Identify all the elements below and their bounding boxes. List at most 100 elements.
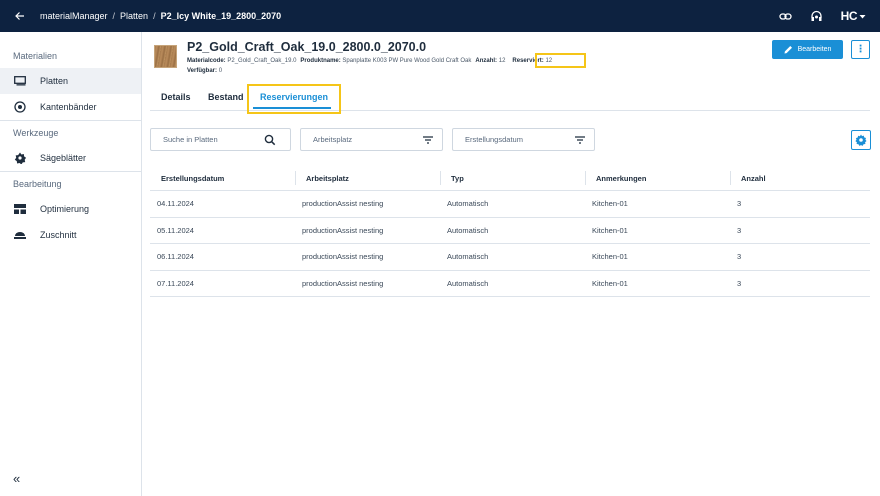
table-row[interactable]: 04.11.2024 productionAssist nesting Auto…	[150, 191, 870, 218]
support-icon[interactable]	[810, 10, 823, 23]
reservations-table: Erstellungsdatum Arbeitsplatz Typ Anmerk…	[150, 166, 870, 297]
sidebar-item-label: Platten	[40, 76, 69, 86]
column-header-typ[interactable]: Typ	[440, 170, 585, 185]
verfuegbar-value: 0	[218, 68, 223, 74]
table-row[interactable]: 06.11.2024 productionAssist nesting Auto…	[150, 244, 870, 271]
column-separator	[295, 170, 296, 185]
table-row[interactable]: 07.11.2024 productionAssist nesting Auto…	[150, 271, 870, 297]
breadcrumb-app[interactable]: materialManager	[40, 11, 108, 21]
cutting-icon	[13, 228, 27, 242]
caret-down-icon	[859, 14, 866, 18]
sidebar-section-werkzeuge: Werkzeuge	[13, 128, 59, 138]
column-header-label: Erstellungsdatum	[161, 173, 225, 183]
column-header-label: Anmerkungen	[596, 173, 647, 183]
sidebar-item-label: Sägeblätter	[40, 153, 87, 163]
back-button[interactable]	[0, 0, 40, 32]
sidebar-item-kantenbaender[interactable]: Kantenbänder	[0, 94, 141, 120]
cell-anmerkungen: Kitchen-01	[592, 252, 628, 262]
sidebar-item-zuschnitt[interactable]: Zuschnitt	[0, 222, 141, 248]
column-separator	[730, 170, 731, 185]
material-thumbnail	[154, 45, 177, 68]
cell-anmerkungen: Kitchen-01	[592, 225, 628, 235]
board-icon	[13, 74, 27, 88]
cell-typ: Automatisch	[447, 199, 489, 209]
datum-placeholder: Erstellungsdatum	[465, 135, 523, 144]
sidebar-item-saegeblaetter[interactable]: Sägeblätter	[0, 145, 141, 171]
sidebar-item-platten[interactable]: Platten	[0, 68, 141, 94]
top-bar: materialManager / Platten / P2_Icy White…	[0, 0, 880, 32]
verfuegbar-row: Verfügbar: 0	[187, 68, 222, 74]
sidebar-item-label: Optimierung	[40, 204, 90, 214]
more-options-button[interactable]: ⋮	[851, 40, 870, 59]
column-separator	[440, 170, 441, 185]
search-input[interactable]: Suche in Platten	[150, 128, 291, 151]
breadcrumb: materialManager / Platten / P2_Icy White…	[40, 11, 281, 21]
cell-arbeitsplatz: productionAssist nesting	[302, 225, 384, 235]
produktname-value: Spanplatte K003 PW Pure Wood Gold Craft …	[342, 58, 472, 64]
optimization-icon	[13, 202, 27, 216]
link-icon[interactable]	[779, 10, 792, 23]
user-menu[interactable]: HC	[841, 9, 866, 23]
pencil-icon	[784, 46, 792, 54]
column-header-anmerkungen[interactable]: Anmerkungen	[585, 170, 730, 185]
breadcrumb-separator: /	[112, 11, 116, 21]
cell-arbeitsplatz: productionAssist nesting	[302, 199, 384, 209]
cell-anmerkungen: Kitchen-01	[592, 199, 628, 209]
sawblade-icon	[13, 151, 27, 165]
column-header-erstellungsdatum[interactable]: Erstellungsdatum	[150, 174, 295, 183]
sidebar: Materialien Platten Kantenbänder Werkzeu…	[0, 32, 142, 496]
table-settings-button[interactable]	[851, 130, 871, 150]
verfuegbar-label: Verfügbar:	[187, 68, 218, 74]
breadcrumb-current: P2_Icy White_19_2800_2070	[160, 11, 282, 21]
collapse-sidebar-button[interactable]: «	[13, 471, 20, 486]
search-placeholder: Suche in Platten	[163, 135, 218, 144]
edit-button[interactable]: Bearbeiten	[772, 40, 843, 59]
column-header-arbeitsplatz[interactable]: Arbeitsplatz	[295, 170, 440, 185]
edit-button-label: Bearbeiten	[797, 46, 832, 53]
cell-anmerkungen: Kitchen-01	[592, 278, 628, 288]
gear-icon	[855, 134, 867, 146]
table-row[interactable]: 05.11.2024 productionAssist nesting Auto…	[150, 218, 870, 244]
cell-erstellungsdatum: 06.11.2024	[157, 252, 194, 262]
cell-typ: Automatisch	[447, 252, 489, 262]
cell-anzahl: 3	[737, 252, 742, 262]
materialcode-label: Materialcode:	[187, 58, 226, 64]
column-header-label: Typ	[451, 173, 464, 183]
anzahl-label: Anzahl:	[475, 58, 498, 64]
sidebar-section-materialien: Materialien	[13, 51, 58, 61]
cell-anzahl: 3	[737, 225, 742, 235]
cell-anzahl: 3	[737, 199, 742, 209]
cell-erstellungsdatum: 04.11.2024	[157, 199, 194, 209]
reserved-highlight	[535, 53, 586, 68]
tab-details[interactable]: Details	[161, 92, 191, 102]
sidebar-section-bearbeitung: Bearbeitung	[13, 179, 62, 189]
page-title: P2_Gold_Craft_Oak_19.0_2800.0_2070.0	[187, 40, 427, 54]
cell-erstellungsdatum: 05.11.2024	[157, 225, 194, 235]
sidebar-item-label: Kantenbänder	[40, 102, 97, 112]
breadcrumb-separator: /	[153, 11, 156, 21]
column-header-label: Anzahl	[741, 173, 766, 183]
table-header: Erstellungsdatum Arbeitsplatz Typ Anmerk…	[150, 166, 870, 191]
sidebar-item-label: Zuschnitt	[40, 230, 77, 240]
erstellungsdatum-filter[interactable]: Erstellungsdatum	[452, 128, 595, 151]
tab-highlight	[247, 84, 341, 114]
cell-anzahl: 3	[737, 278, 742, 288]
tab-bestand[interactable]: Bestand	[208, 92, 244, 102]
cell-erstellungsdatum: 07.11.2024	[157, 278, 194, 288]
logo-text: HC	[840, 9, 858, 23]
material-meta: Materialcode: P2_Gold_Craft_Oak_19.0 Pro…	[187, 58, 552, 64]
search-icon	[264, 134, 276, 146]
arbeitsplatz-filter[interactable]: Arbeitsplatz	[300, 128, 443, 151]
breadcrumb-platten[interactable]: Platten	[120, 11, 148, 21]
arbeitsplatz-placeholder: Arbeitsplatz	[313, 135, 353, 144]
cell-arbeitsplatz: productionAssist nesting	[302, 252, 384, 262]
cell-typ: Automatisch	[447, 225, 489, 235]
column-header-label: Arbeitsplatz	[306, 173, 349, 183]
filter-icon	[575, 136, 585, 144]
column-header-anzahl[interactable]: Anzahl	[730, 170, 870, 185]
materialcode-value: P2_Gold_Craft_Oak_19.0	[227, 58, 297, 64]
produktname-label: Produktname:	[300, 58, 341, 64]
anzahl-value: 12	[498, 58, 506, 64]
edgeband-icon	[13, 100, 27, 114]
sidebar-item-optimierung[interactable]: Optimierung	[0, 196, 141, 222]
